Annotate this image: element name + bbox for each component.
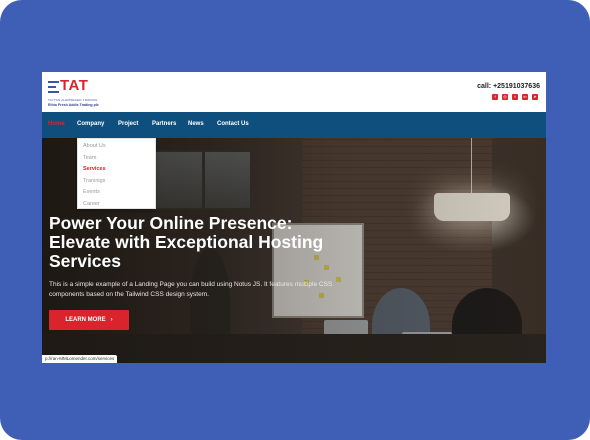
hero-subtext: This is a simple example of a Landing Pa…	[49, 281, 333, 298]
instagram-icon[interactable]: ◎	[502, 94, 508, 100]
dropdown-item-career[interactable]: Career	[83, 201, 100, 207]
phone-number[interactable]: call: +25191037636	[477, 83, 540, 90]
facebook-icon[interactable]: f	[492, 94, 498, 100]
learn-more-label: LEARN MORE	[65, 317, 106, 323]
chevron-right-icon: ›	[110, 317, 113, 323]
learn-more-button[interactable]: LEARN MORE ›	[49, 310, 129, 330]
company-dropdown-menu: About Us Team Services Traninigs Events …	[77, 138, 156, 209]
telegram-icon[interactable]: ➤	[532, 94, 538, 100]
nav-item-company[interactable]: Company	[77, 121, 104, 127]
main-navigation: Home Company Project Partners News Conta…	[42, 112, 546, 138]
twitter-icon[interactable]: t	[512, 94, 518, 100]
dropdown-item-trainings[interactable]: Traninigs	[83, 178, 105, 184]
linkedin-icon[interactable]: in	[522, 94, 528, 100]
logo-company-name: Ethio Fresh Addis Trading plc	[48, 103, 99, 107]
dropdown-item-services[interactable]: Services	[83, 166, 106, 172]
dropdown-item-events[interactable]: Events	[83, 189, 100, 195]
hero-headline: Power Your Online Presence: Elevate with…	[49, 213, 324, 271]
dropdown-item-about-us[interactable]: About Us	[83, 143, 106, 149]
nav-item-partners[interactable]: Partners	[152, 121, 176, 127]
dropdown-item-team[interactable]: Team	[83, 155, 96, 161]
social-links: f ◎ t in ➤	[492, 94, 538, 100]
nav-item-news[interactable]: News	[188, 121, 204, 127]
logo-mark-icon	[48, 81, 59, 96]
company-logo[interactable]: TAT TAYTAN ALEMSEGED TRADING Ethio Fresh…	[48, 77, 118, 108]
logo-text: TAT	[60, 77, 89, 94]
nav-item-home[interactable]: Home	[48, 121, 65, 127]
nav-item-contact-us[interactable]: Contact Us	[217, 121, 249, 127]
top-header: TAT TAYTAN ALEMSEGED TRADING Ethio Fresh…	[42, 72, 546, 112]
website-viewport: TAT TAYTAN ALEMSEGED TRADING Ethio Fresh…	[42, 72, 546, 363]
status-bar-url: p://ran-MMLomender.com/services	[42, 355, 118, 363]
nav-item-project[interactable]: Project	[118, 121, 138, 127]
logo-tagline: TAYTAN ALEMSEGED TRADING	[48, 98, 98, 102]
